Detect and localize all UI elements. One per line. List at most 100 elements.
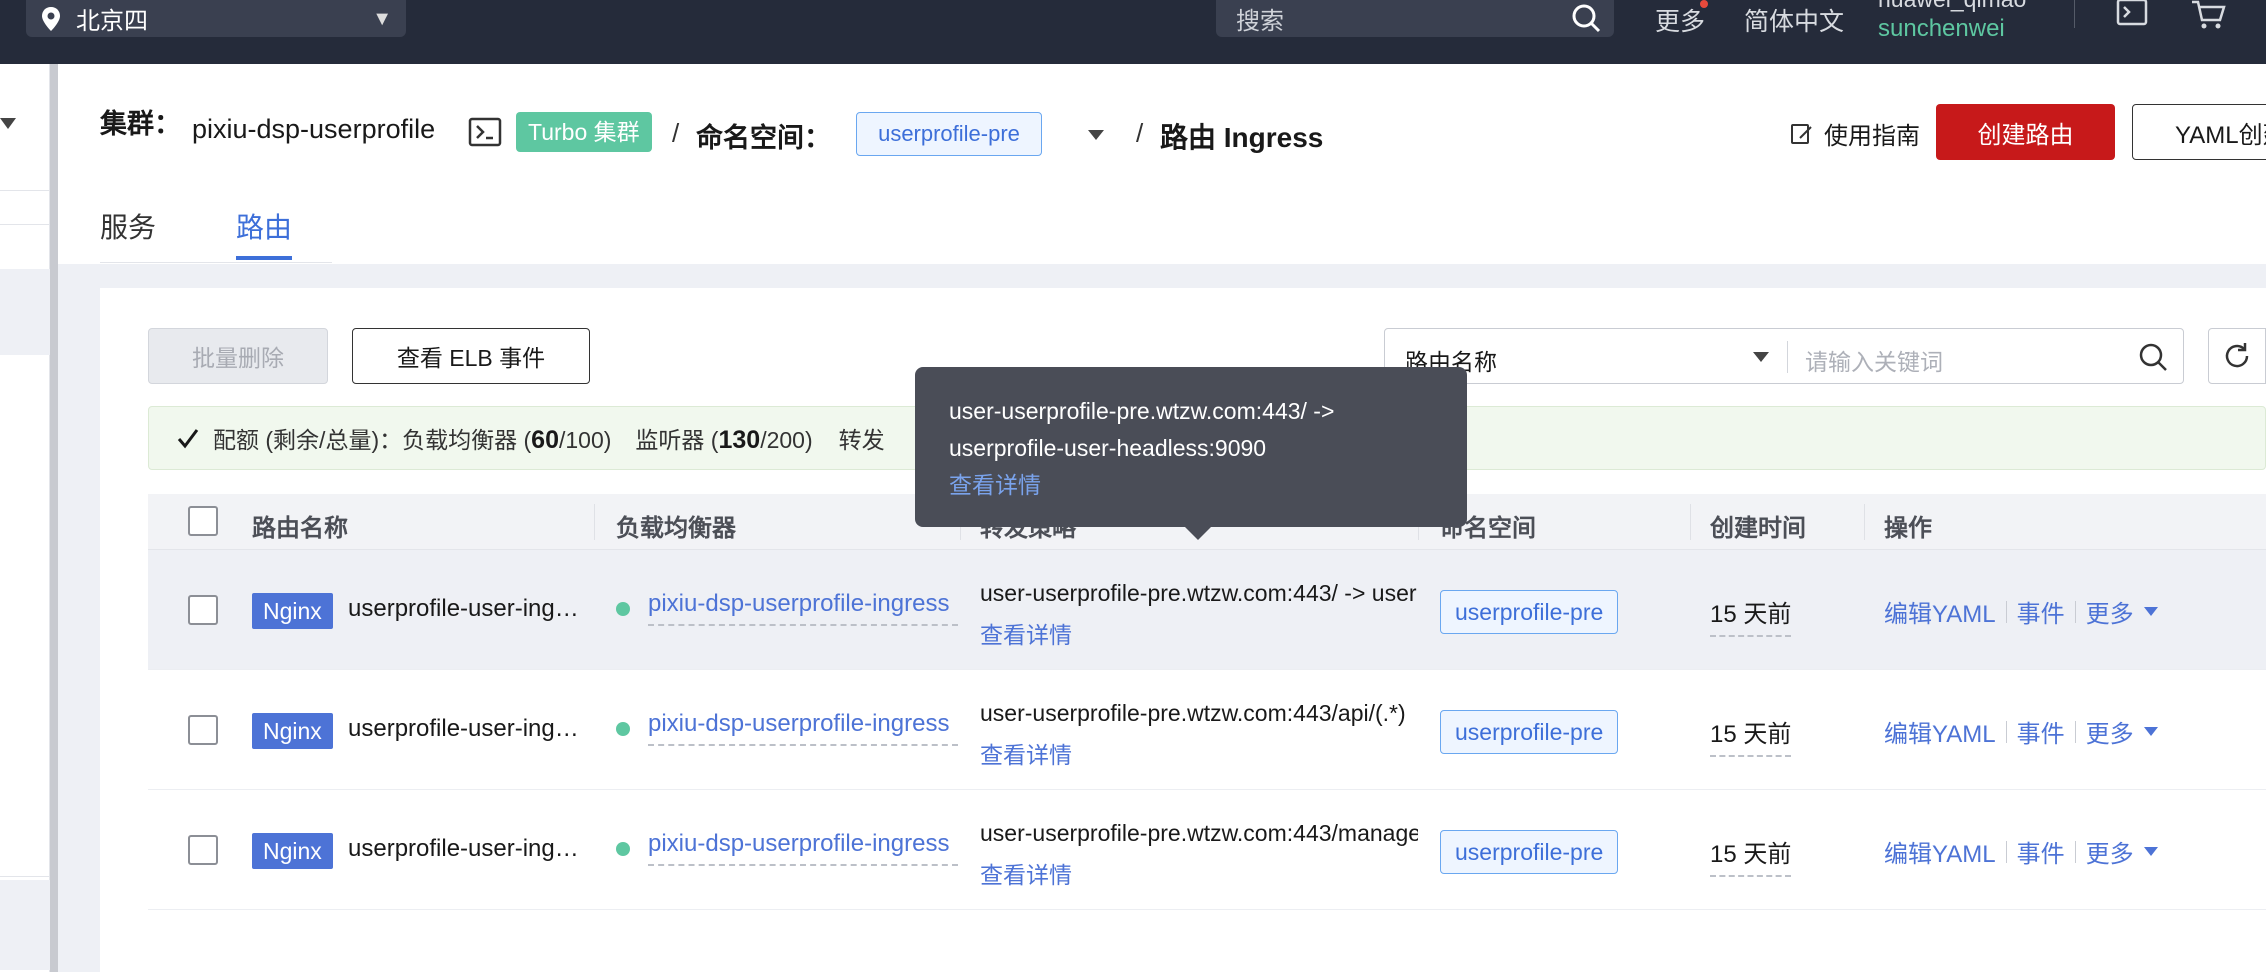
keyword-search-input[interactable]: 请输入关键词 [1805, 343, 1943, 377]
account-name[interactable]: huawei_qimao [1878, 0, 2026, 13]
route-name-link[interactable]: userprofile-user-ingress [348, 835, 584, 863]
search-filter: 路由名称 请输入关键词 [1384, 328, 2184, 384]
language-switcher[interactable]: 简体中文 [1744, 2, 1844, 38]
tab-routes[interactable]: 路由 [236, 206, 292, 246]
search-icon[interactable] [1570, 2, 1602, 34]
check-icon [177, 429, 199, 449]
console-icon[interactable] [2116, 0, 2148, 28]
tab-active-indicator [236, 256, 292, 260]
namespace-select-value: userprofile-pre [878, 121, 1020, 146]
quota-load-balancer: 负载均衡器 (60/100) [402, 421, 611, 455]
more-actions-link[interactable]: 更多 [2086, 834, 2134, 869]
usage-guide-link[interactable]: 使用指南 [1790, 116, 1920, 151]
search-icon[interactable] [2137, 341, 2169, 373]
nav-item-selected[interactable] [0, 269, 50, 355]
batch-delete-button[interactable]: 批量删除 [148, 328, 328, 384]
location-pin-icon [42, 6, 60, 31]
select-all-checkbox[interactable] [188, 506, 218, 536]
ingress-type-badge: Nginx [252, 593, 333, 629]
refresh-icon [2225, 343, 2249, 368]
nav-divider [0, 876, 50, 877]
global-search-placeholder: 搜索 [1236, 8, 1284, 35]
column-header-route-name[interactable]: 路由名称 [252, 508, 348, 543]
table-row[interactable]: Nginx userprofile-user-ingress pixiu-dsp… [148, 670, 2266, 790]
tooltip-view-details-link[interactable]: 查看详情 [949, 467, 1433, 504]
view-details-link[interactable]: 查看详情 [980, 616, 1072, 650]
column-header-created[interactable]: 创建时间 [1710, 508, 1806, 543]
action-divider [2005, 840, 2007, 863]
more-actions-link[interactable]: 更多 [2086, 594, 2134, 629]
view-details-link[interactable]: 查看详情 [980, 856, 1072, 890]
cluster-label: 集群： [100, 109, 181, 139]
usage-guide-label: 使用指南 [1824, 123, 1920, 150]
nav-divider [0, 190, 50, 191]
side-navigation [0, 64, 50, 972]
quota-forward: 转发 [838, 427, 885, 453]
created-time: 15 天前 [1710, 594, 1792, 637]
create-route-button[interactable]: 创建路由 [1936, 104, 2115, 160]
action-divider [2074, 600, 2076, 623]
load-balancer-link[interactable]: pixiu-dsp-userprofile-ingress [648, 710, 958, 746]
ingress-type-badge: Nginx [252, 713, 333, 749]
yaml-create-button[interactable]: YAML创建 [2132, 104, 2266, 160]
refresh-button[interactable] [2208, 328, 2266, 384]
status-dot [616, 722, 630, 736]
row-checkbox[interactable] [188, 835, 218, 865]
tab-services[interactable]: 服务 [100, 206, 156, 246]
top-navigation-bar: 北京四 ▼ 搜索 更多 简体中文 huawei_qimao sunchenwei [0, 0, 2266, 64]
chevron-down-icon[interactable] [0, 118, 16, 129]
sidebar-scrollbar[interactable] [50, 64, 58, 972]
view-details-link[interactable]: 查看详情 [980, 736, 1072, 770]
forward-policy-text: user-userprofile-pre.wtzw.com:443/manage [980, 820, 1418, 846]
edit-yaml-link[interactable]: 编辑YAML [1884, 594, 1996, 629]
caret-down-icon[interactable] [2143, 727, 2158, 736]
quota-lb-remaining: 60 [531, 426, 559, 454]
route-name-link[interactable]: userprofile-user-ingress [348, 715, 584, 743]
events-link[interactable]: 事件 [2017, 834, 2065, 869]
more-actions-link[interactable]: 更多 [2086, 714, 2134, 749]
created-time: 15 天前 [1710, 714, 1792, 757]
action-divider [2005, 720, 2007, 743]
namespace-tag: userprofile-pre [1440, 590, 1619, 634]
filter-divider [1787, 341, 1788, 373]
column-header-load-balancer[interactable]: 负载均衡器 [616, 508, 736, 543]
load-balancer-link[interactable]: pixiu-dsp-userprofile-ingress [648, 590, 958, 626]
caret-down-icon[interactable] [2143, 607, 2158, 616]
more-menu[interactable]: 更多 [1655, 2, 1705, 38]
namespace-tag: userprofile-pre [1440, 830, 1619, 874]
terminal-icon[interactable] [468, 117, 502, 147]
user-name[interactable]: sunchenwei [1878, 15, 2005, 43]
edit-yaml-link[interactable]: 编辑YAML [1884, 834, 1996, 869]
quota-lb-total: /100) [558, 427, 612, 453]
notification-dot [1700, 0, 1708, 8]
chevron-down-icon[interactable] [1753, 352, 1769, 362]
breadcrumb-separator: / [672, 118, 680, 148]
quota-listener-remaining: 130 [718, 426, 761, 454]
action-divider [2005, 600, 2007, 623]
row-actions: 编辑YAML 事件 更多 [1884, 714, 2158, 749]
namespace-select[interactable]: userprofile-pre [856, 112, 1042, 156]
chevron-down-icon[interactable] [1088, 130, 1104, 140]
tooltip-arrow [1185, 527, 1211, 540]
edit-yaml-link[interactable]: 编辑YAML [1884, 714, 1996, 749]
nav-item[interactable] [0, 880, 50, 970]
table-row[interactable]: Nginx userprofile-user-ingress pixiu-dsp… [148, 790, 2266, 910]
topbar-divider [2074, 0, 2075, 28]
row-checkbox[interactable] [188, 595, 218, 625]
table-row[interactable]: Nginx userprofile-user-ingress pixiu-dsp… [148, 550, 2266, 670]
events-link[interactable]: 事件 [2017, 594, 2065, 629]
cluster-name: pixiu-dsp-userprofile [192, 114, 436, 144]
action-divider [2074, 720, 2076, 743]
global-search-input[interactable]: 搜索 [1216, 0, 1614, 37]
load-balancer-link[interactable]: pixiu-dsp-userprofile-ingress [648, 830, 958, 866]
view-elb-events-button[interactable]: 查看 ELB 事件 [352, 328, 590, 384]
cart-icon[interactable] [2190, 0, 2226, 30]
column-divider [1690, 504, 1691, 540]
route-name-link[interactable]: userprofile-user-ingress [348, 595, 584, 623]
column-header-actions: 操作 [1884, 515, 1932, 542]
events-link[interactable]: 事件 [2017, 714, 2065, 749]
region-selector[interactable]: 北京四 ▼ [26, 0, 406, 37]
row-checkbox[interactable] [188, 715, 218, 745]
forward-policy-tooltip: user-userprofile-pre.wtzw.com:443/ -> us… [915, 367, 1467, 540]
caret-down-icon[interactable] [2143, 847, 2158, 856]
